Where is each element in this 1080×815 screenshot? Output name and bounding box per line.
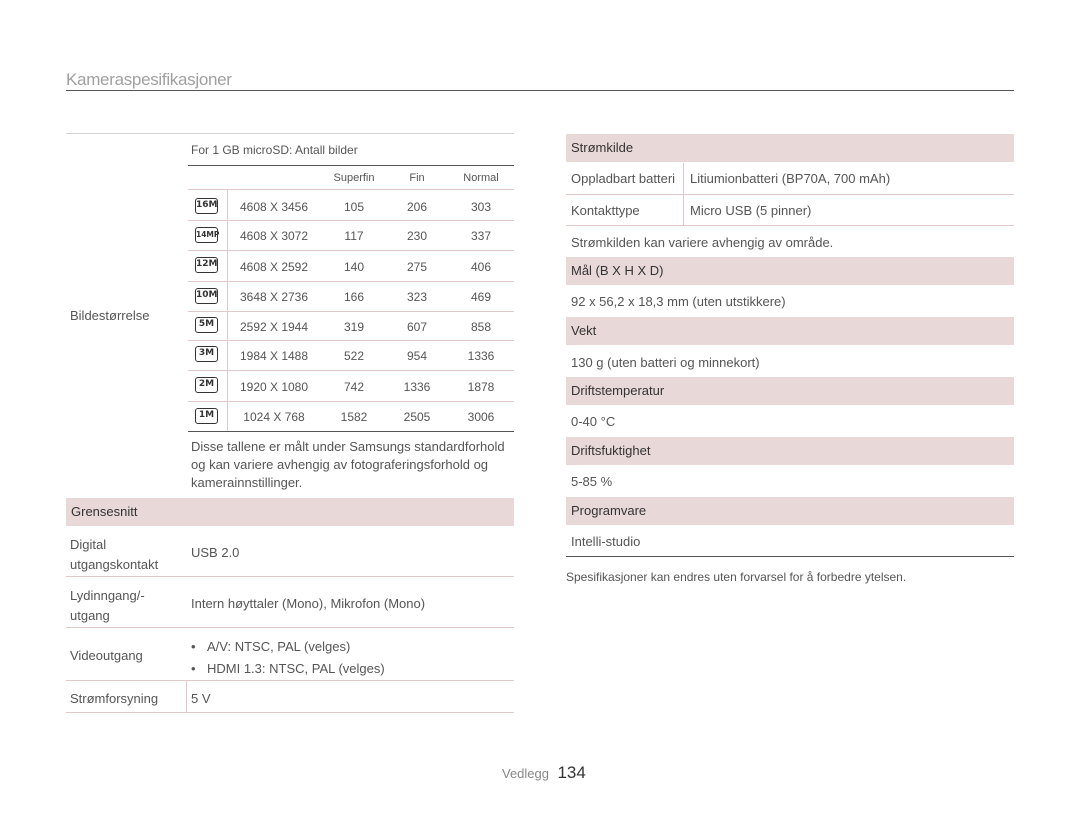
power-supply-value: 5 V [191,691,211,706]
weight-value: 130 g (uten batteri og minnekort) [571,355,760,370]
5m-size-icon: 5M [195,317,218,333]
page-number: 134 [557,763,586,782]
weight-header: Vekt [566,317,1014,345]
superfin-count: 117 [344,229,364,243]
video-output-label: Videoutgang [70,648,143,663]
digital-output-value: USB 2.0 [191,545,240,560]
title-divider [66,90,1014,91]
10m-size-icon: 10M [195,288,218,304]
fin-count: 2505 [403,410,431,424]
dimensions-header: Mål (B X H X D) [566,257,1014,285]
normal-count: 303 [470,200,492,214]
power-source-header: Strømkilde [566,134,1014,162]
col-fin: Fin [409,172,425,184]
interface-header: Grensesnitt [66,498,514,526]
resolution: 1024 X 768 [243,410,305,424]
resolution: 4608 X 2592 [239,260,309,274]
power-source-note: Strømkilden kan variere avhengig av områ… [571,235,834,250]
operating-temp-header: Driftstemperatur [566,377,1014,405]
resolution: 4608 X 3456 [239,200,309,214]
image-size-label: Bildestørrelse [70,308,150,323]
connector-value: Micro USB (5 pinner) [690,203,812,218]
normal-count: 1878 [467,380,495,394]
image-size-note: Disse tallene er målt under Samsungs sta… [191,439,505,490]
fin-count: 954 [406,349,428,363]
normal-count: 858 [470,320,492,334]
operating-temp-value: 0-40 °C [571,414,616,429]
col-normal: Normal [463,172,499,184]
battery-value: Litiumionbatteri (BP70A, 700 mAh) [690,171,891,186]
col-superfin: Superfin [333,172,375,184]
1m-size-icon: 1M [195,408,218,424]
page-title: Kameraspesifikasjoner [66,70,232,89]
normal-count: 337 [470,229,492,243]
2m-size-icon: 2M [195,377,218,393]
image-count-header: For 1 GB microSD: Antall bilder [191,143,358,157]
software-header: Programvare [566,497,1014,525]
audio-io-value: Intern høyttaler (Mono), Mikrofon (Mono) [191,596,426,611]
fin-count: 607 [406,320,428,334]
operating-humidity-value: 5-85 % [571,474,613,489]
operating-humidity-header: Driftsfuktighet [566,437,1014,465]
digital-output-label: Digital utgangskontakt [70,537,159,572]
fin-count: 275 [406,260,428,274]
resolution: 1920 X 1080 [239,380,309,394]
software-value: Intelli-studio [571,534,641,549]
16m-size-icon: 16M [195,198,218,214]
normal-count: 406 [470,260,492,274]
normal-count: 3006 [467,410,495,424]
connector-label: Kontakttype [571,203,640,218]
fin-count: 323 [406,290,428,304]
3m-size-icon: 3M [195,346,218,362]
superfin-count: 1582 [340,410,368,424]
12m-size-icon: 12M [195,257,218,273]
fin-count: 230 [406,229,428,243]
footer-section-name: Vedlegg [502,766,549,781]
disclaimer: Spesifikasjoner kan endres uten forvarse… [566,570,907,584]
superfin-count: 319 [343,320,365,334]
fin-count: 206 [406,200,428,214]
superfin-count: 166 [343,290,365,304]
14mp-size-icon: 14MP [195,227,219,243]
normal-count: 1336 [467,349,495,363]
superfin-count: 140 [343,260,365,274]
battery-label: Oppladbart batteri [571,171,676,186]
superfin-count: 742 [343,380,365,394]
video-output-values: • A/V: NTSC, PAL (velges) • HDMI 1.3: NTSC… [191,639,385,676]
superfin-count: 105 [343,200,365,214]
fin-count: 1336 [403,380,431,394]
audio-io-label: Lydinngang/- utgang [70,588,145,623]
resolution: 1984 X 1488 [239,349,309,363]
superfin-count: 522 [343,349,365,363]
resolution: 3648 X 2736 [239,290,309,304]
resolution: 2592 X 1944 [239,320,309,334]
power-supply-label: Strømforsyning [70,691,159,706]
dimensions-value: 92 x 56,2 x 18,3 mm (uten utstikkere) [571,294,786,309]
page-footer: Vedlegg 134 [502,763,586,783]
resolution: 4608 X 3072 [239,229,309,243]
normal-count: 469 [470,290,492,304]
